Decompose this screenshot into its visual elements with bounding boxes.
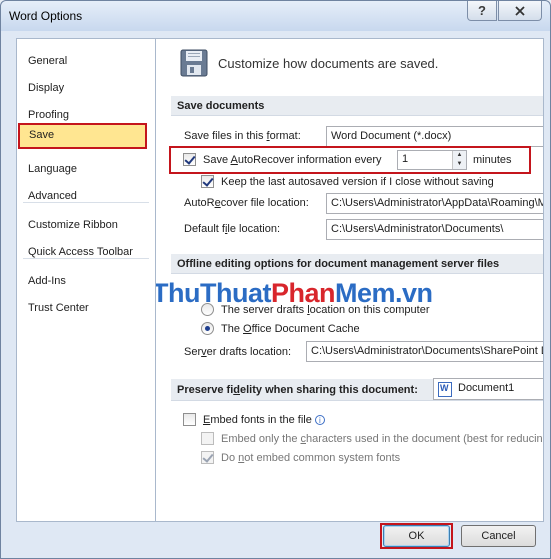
info-icon[interactable]: i	[314, 415, 325, 425]
autorecover-minutes-value: 1	[402, 153, 409, 165]
dialog-body: General Display Proofing Save Language A…	[9, 31, 544, 553]
sidebar-item-general[interactable]: General	[18, 49, 154, 73]
save-format-dropdown[interactable]: Word Document (*.docx)	[326, 126, 543, 147]
autorecover-checkbox[interactable]	[183, 153, 196, 166]
no-common-fonts-label: Do not embed common system fonts	[221, 452, 401, 464]
autorecover-minutes-spinner[interactable]: 1 ▲ ▼	[397, 150, 467, 170]
sidebar-divider	[23, 258, 149, 259]
server-drafts-location-field[interactable]: C:\Users\Administrator\Documents\SharePo…	[306, 341, 543, 362]
fidelity-document-name: Document1	[458, 382, 515, 394]
sidebar-item-save[interactable]: Save	[18, 123, 147, 149]
spin-down-icon[interactable]: ▼	[453, 160, 466, 169]
office-cache-radio[interactable]	[201, 322, 214, 335]
sidebar-item-trust-center[interactable]: Trust Center	[18, 296, 154, 320]
section-save-documents: Save documents	[171, 96, 543, 116]
sidebar-item-language[interactable]: Language	[18, 157, 154, 181]
server-drafts-radio-label: The server drafts location on this compu…	[221, 304, 430, 316]
sidebar-divider	[23, 202, 149, 203]
default-location-field[interactable]: C:\Users\Administrator\Documents\	[326, 219, 543, 240]
no-common-fonts-checkbox[interactable]	[201, 451, 214, 464]
title-bar: Word Options ?	[1, 1, 550, 31]
ok-button[interactable]: OK	[383, 525, 450, 547]
fidelity-heading: Preserve fidelity when sharing this docu…	[177, 384, 418, 396]
spin-up-icon[interactable]: ▲	[453, 151, 466, 160]
embed-fonts-checkbox[interactable]	[183, 413, 196, 426]
close-button[interactable]	[498, 1, 542, 21]
sidebar-item-customize-ribbon[interactable]: Customize Ribbon	[18, 213, 154, 237]
save-disk-icon	[180, 49, 208, 77]
save-options-panel: Customize how documents are saved. Save …	[156, 38, 544, 522]
keep-last-autosaved-checkbox[interactable]	[201, 175, 214, 188]
autorecover-location-field[interactable]: C:\Users\Administrator\AppData\Roaming\M…	[326, 193, 543, 214]
sidebar-item-quick-access-toolbar[interactable]: Quick Access Toolbar	[18, 240, 154, 264]
word-document-icon	[438, 382, 452, 397]
word-options-dialog: Word Options ? General Display Proofing …	[0, 0, 551, 559]
default-location-label: Default file location:	[184, 223, 281, 235]
sidebar-nav: General Display Proofing Save Language A…	[16, 38, 156, 522]
sidebar-item-add-ins[interactable]: Add-Ins	[18, 269, 154, 293]
spinner-buttons: ▲ ▼	[452, 151, 466, 169]
panel-header: Customize how documents are saved.	[218, 56, 439, 71]
server-drafts-radio[interactable]	[201, 303, 214, 316]
help-icon: ?	[478, 3, 486, 18]
window-title: Word Options	[9, 9, 83, 23]
minutes-label: minutes	[473, 154, 512, 166]
sidebar-item-advanced[interactable]: Advanced	[18, 184, 154, 208]
cancel-button[interactable]: Cancel	[461, 525, 536, 547]
watermark-part-1: Thu	[156, 278, 200, 308]
section-offline-editing: Offline editing options for document man…	[171, 254, 543, 274]
autorecover-location-label: AutoRecover file location:	[184, 197, 309, 209]
fidelity-document-dropdown[interactable]: Document1	[433, 378, 543, 400]
sidebar-item-display[interactable]: Display	[18, 76, 154, 100]
close-icon	[515, 5, 525, 16]
server-drafts-location-label: Server drafts location:	[184, 346, 291, 358]
help-button[interactable]: ?	[467, 1, 497, 21]
save-format-label: Save files in this format:	[184, 130, 301, 142]
keep-last-autosaved-label: Keep the last autosaved version if I clo…	[221, 176, 494, 188]
office-cache-radio-label: The Office Document Cache	[221, 323, 360, 335]
embed-chars-checkbox[interactable]	[201, 432, 214, 445]
autorecover-label: Save AutoRecover information every	[203, 154, 382, 166]
embed-fonts-label: Embed fonts in the file i	[203, 414, 325, 426]
embed-chars-label: Embed only the characters used in the do…	[221, 433, 543, 445]
